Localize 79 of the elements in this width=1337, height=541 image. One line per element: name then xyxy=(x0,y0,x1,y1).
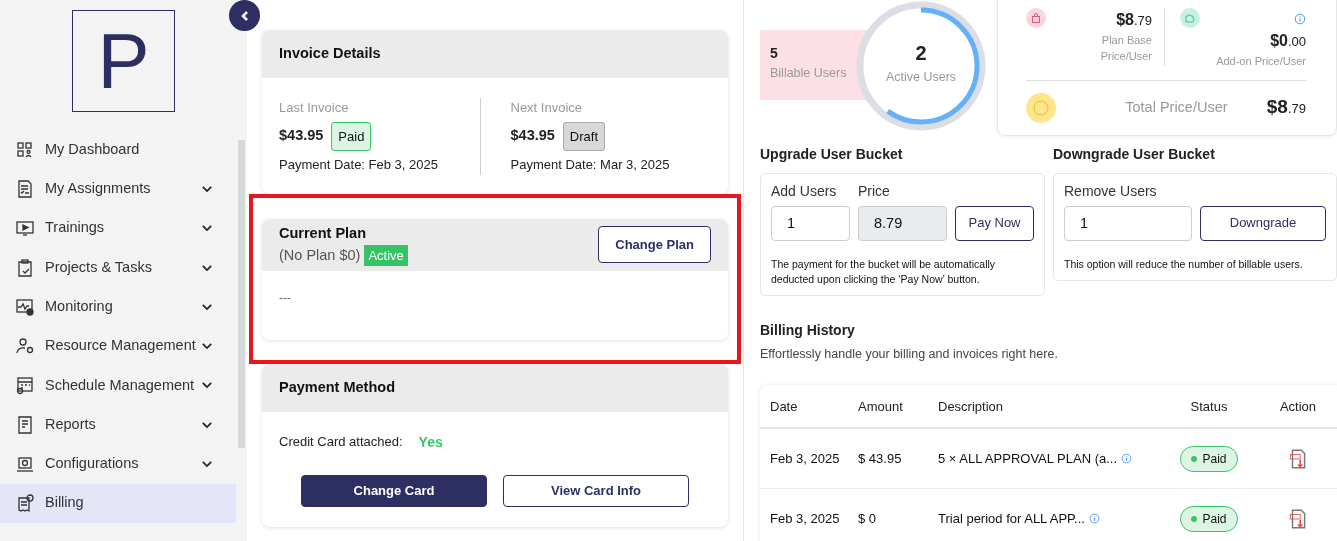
users-input-field[interactable]: 1 xyxy=(771,205,850,241)
downgrade-button[interactable]: Downgrade xyxy=(1200,205,1326,241)
report-icon xyxy=(15,414,35,435)
status-badge: Paid xyxy=(1180,505,1238,532)
table-cell-text: Feb 3, 2025 xyxy=(769,510,841,528)
column-header: Status xyxy=(1189,397,1229,416)
card-title: Payment Method xyxy=(262,363,728,412)
column-header: Amount xyxy=(858,397,904,416)
price-field[interactable]: 8.79 xyxy=(858,205,947,241)
billable-label: Billable Users xyxy=(770,65,848,82)
bucket-note: This option will reduce the number of billable users. xyxy=(1064,256,1304,272)
price-value: $8.79 xyxy=(1266,95,1306,120)
document-checklist-icon xyxy=(15,178,35,199)
invoice-label: Last Invoice xyxy=(279,99,350,117)
active-label: Active Users xyxy=(884,69,958,86)
table-cell-text: Feb 3, 2025 xyxy=(769,450,841,468)
change-plan-button[interactable]: Change Plan xyxy=(598,225,711,264)
total-label: Total Price/User xyxy=(1125,97,1228,117)
change-card-button[interactable]: Change Card xyxy=(301,474,487,507)
payment-date: Payment Date: Mar 3, 2025 xyxy=(510,156,671,174)
info-icon xyxy=(1088,513,1100,525)
price-label: Add-on Price/User xyxy=(1216,54,1306,69)
table-cell-text: Trial period for ALL APP... xyxy=(938,510,1085,528)
info-icon xyxy=(1121,453,1133,465)
section-title: Downgrade User Bucket xyxy=(1053,144,1216,164)
field-label: Credit Card attached: xyxy=(279,433,403,452)
sidebar-item[interactable]: Trainings xyxy=(0,208,236,248)
price-value: $0.00 xyxy=(1269,31,1306,51)
logo: P xyxy=(72,10,175,112)
sidebar-item[interactable]: Projects & Tasks xyxy=(0,247,236,288)
monitor-pulse-icon xyxy=(15,296,35,317)
billable-count: 5 xyxy=(770,44,779,63)
sidebar-item[interactable]: Monitoring xyxy=(0,287,236,327)
card-title: Current Plan xyxy=(279,223,367,243)
sidebar-item[interactable]: My Dashboard xyxy=(0,130,236,170)
pay-now-button[interactable]: Pay Now xyxy=(955,205,1034,241)
view-card-info-button[interactable]: View Card Info xyxy=(503,474,689,507)
table-cell-text: $ 0 xyxy=(858,510,878,528)
bag-icon xyxy=(1026,8,1046,28)
field-value: Yes xyxy=(418,432,443,452)
invoice-amount: $43.95 xyxy=(279,126,324,146)
status-badge: Paid xyxy=(1180,445,1238,472)
users-input-field[interactable]: 1 xyxy=(1064,205,1192,241)
plan-name: (No Plan $0) xyxy=(279,245,361,265)
price-value: $8.79 xyxy=(1115,10,1152,30)
table-cell-text: $ 43.95 xyxy=(858,450,903,468)
field-label: Price xyxy=(858,181,891,201)
sidebar-item[interactable]: My Assignments xyxy=(0,169,236,209)
sidebar-item[interactable]: Resource Management xyxy=(0,326,236,366)
sidebar-item[interactable]: Configurations xyxy=(0,444,236,484)
invoice-label: Next Invoice xyxy=(510,99,584,117)
price-label: Plan Base Price/User xyxy=(1099,33,1152,64)
status-badge: Paid xyxy=(331,121,372,151)
section-title: Billing History xyxy=(760,320,856,340)
dashboard-icon xyxy=(15,139,35,160)
scrollbar[interactable] xyxy=(238,140,245,448)
collapse-button[interactable] xyxy=(229,0,260,31)
column-header: Action xyxy=(1278,397,1318,416)
status-badge: Draft xyxy=(562,121,606,151)
card-title: Invoice Details xyxy=(262,30,728,78)
column-header: Date xyxy=(769,397,799,416)
table-cell-text: 5 × ALL APPROVAL PLAN (a... xyxy=(938,450,1118,468)
clipboard-check-icon xyxy=(15,257,35,278)
active-count: 2 xyxy=(914,41,928,66)
section-subtitle: Effortlessly handle your billing and invoices right here. xyxy=(760,345,1059,363)
video-play-icon xyxy=(15,218,35,239)
payment-date: Payment Date: Feb 3, 2025 xyxy=(279,156,439,174)
sidebar-item[interactable]: Billing xyxy=(0,483,236,523)
plan-description: --- xyxy=(278,289,292,307)
info-icon xyxy=(1294,13,1306,26)
field-label: Add Users xyxy=(771,181,838,201)
field-label: Remove Users xyxy=(1064,181,1158,201)
invoice-amount: $43.95 xyxy=(510,126,555,146)
status-badge: Active xyxy=(364,244,408,267)
bucket-note: The payment for the bucket will be automatically deducted upon clicking the ‘Pay Now’ button. xyxy=(771,256,997,287)
sidebar-item[interactable]: Schedule Management xyxy=(0,365,236,406)
column-header: Description xyxy=(938,397,1005,416)
sidebar-item[interactable]: Reports xyxy=(0,405,236,445)
section-title: Upgrade User Bucket xyxy=(760,144,904,164)
